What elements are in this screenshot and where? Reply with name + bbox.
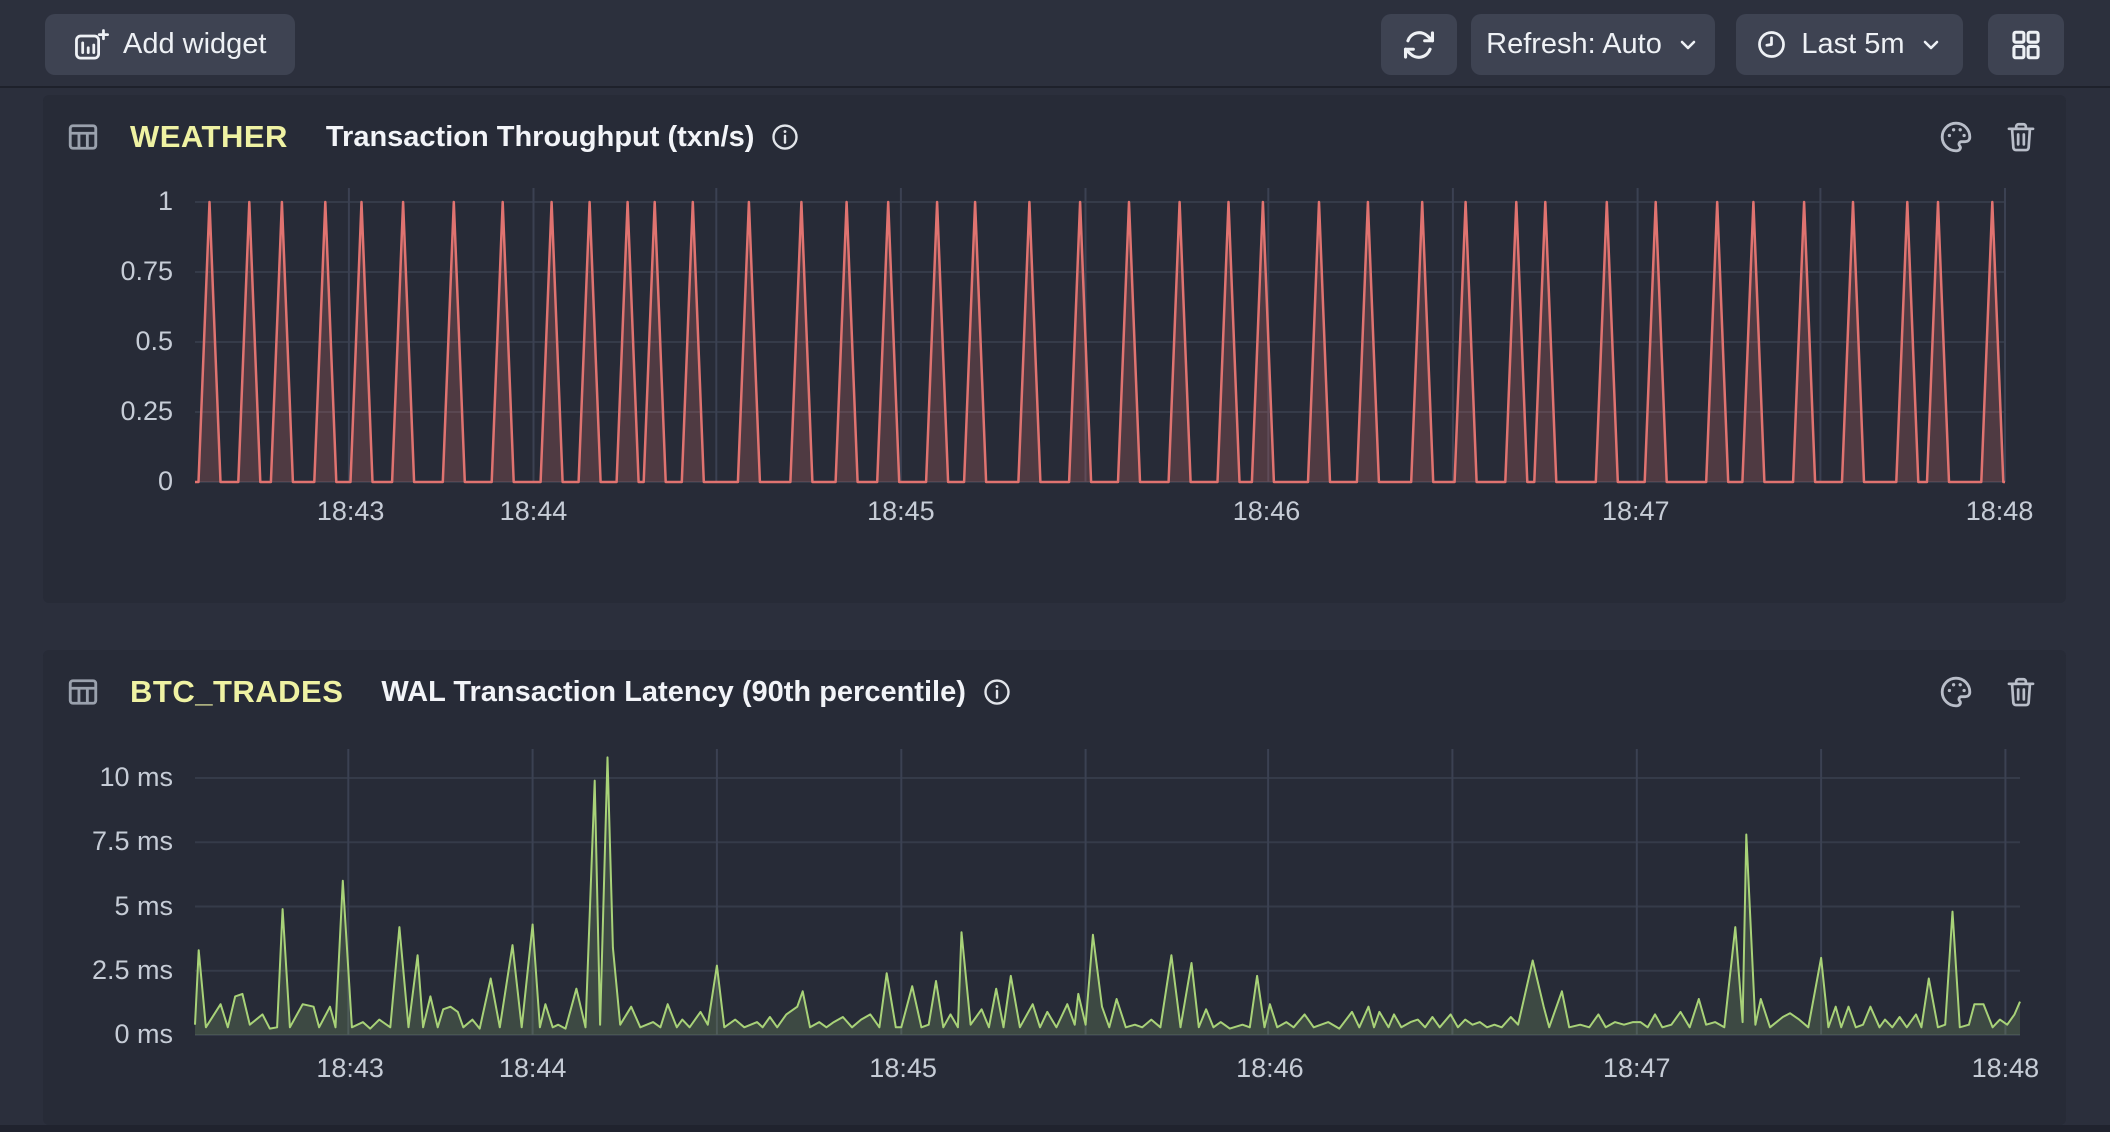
y-axis-tick: 0.5 [43, 325, 173, 358]
y-axis-tick: 0 [43, 465, 173, 498]
layout-grid-button[interactable] [1988, 14, 2064, 75]
layout-grid-icon [2009, 28, 2043, 62]
refresh-mode-label: Refresh: Auto [1486, 28, 1662, 61]
toolbar: Add widget Refresh: Auto Last 5m [0, 0, 2110, 88]
y-axis-tick: 0.25 [43, 395, 173, 428]
y-axis-tick: 7.5 ms [43, 825, 173, 858]
x-axis-tick: 18:44 [500, 495, 568, 528]
refresh-mode-dropdown[interactable]: Refresh: Auto [1471, 14, 1715, 75]
y-axis-tick: 1 [43, 185, 173, 218]
x-axis-tick: 18:48 [1972, 1052, 2040, 1085]
y-axis-tick: 5 ms [43, 890, 173, 923]
widget-panel-throughput: WEATHER Transaction Throughput (txn/s) 1… [43, 95, 2066, 603]
x-axis-tick: 18:43 [317, 495, 385, 528]
add-widget-button[interactable]: Add widget [45, 14, 295, 75]
latency-chart[interactable]: 10 ms 7.5 ms 5 ms 2.5 ms 0 ms 18:43 18:4… [43, 650, 2066, 1125]
clock-icon [1756, 29, 1787, 60]
add-widget-chart-icon [73, 28, 109, 62]
x-axis-tick: 18:47 [1603, 1052, 1671, 1085]
x-axis-tick: 18:44 [499, 1052, 567, 1085]
x-axis-tick: 18:46 [1233, 495, 1301, 528]
x-axis-tick: 18:45 [867, 495, 935, 528]
time-range-label: Last 5m [1801, 28, 1904, 61]
y-axis-tick: 10 ms [43, 761, 173, 794]
x-axis-tick: 18:43 [316, 1052, 384, 1085]
x-axis-tick: 18:46 [1236, 1052, 1304, 1085]
refresh-button[interactable] [1381, 14, 1457, 75]
chevron-down-icon [1919, 33, 1943, 57]
throughput-chart[interactable]: 1 0.75 0.5 0.25 0 18:43 18:44 18:45 18:4… [43, 95, 2066, 603]
refresh-icon [1402, 28, 1436, 62]
add-widget-label: Add widget [123, 28, 267, 61]
x-axis-tick: 18:48 [1966, 495, 2034, 528]
x-axis-tick: 18:47 [1602, 495, 1670, 528]
y-axis-tick: 0.75 [43, 255, 173, 288]
time-range-dropdown[interactable]: Last 5m [1736, 14, 1963, 75]
x-axis-tick: 18:45 [869, 1052, 937, 1085]
y-axis-tick: 0 ms [43, 1018, 173, 1051]
widget-panel-latency: BTC_TRADES WAL Transaction Latency (90th… [43, 650, 2066, 1125]
chevron-down-icon [1676, 33, 1700, 57]
y-axis-tick: 2.5 ms [43, 954, 173, 987]
window-bottom-edge [0, 1125, 2110, 1132]
